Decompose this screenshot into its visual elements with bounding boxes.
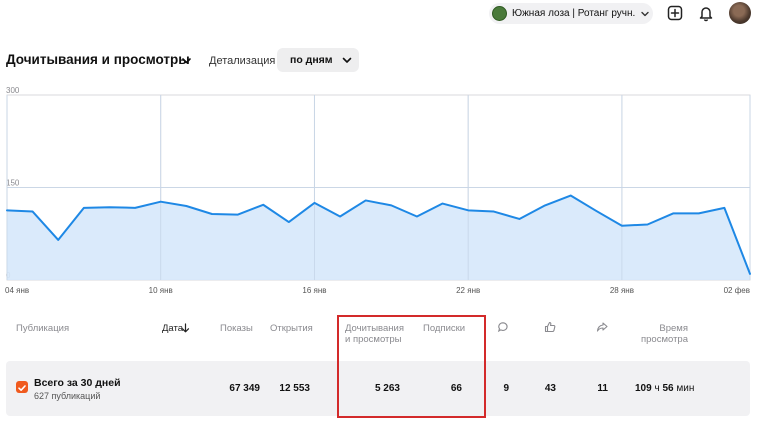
add-icon[interactable]: [666, 4, 684, 22]
share-icon[interactable]: [596, 321, 608, 333]
view-time-hours: 109: [635, 383, 652, 394]
col-impressions[interactable]: Показы: [220, 323, 253, 334]
select-all-checkbox[interactable]: [16, 381, 28, 393]
checkmark-icon: [18, 385, 26, 391]
detail-dropdown[interactable]: по дням: [277, 48, 359, 72]
summary-shares: 11: [597, 383, 608, 394]
summary-opens: 12 553: [279, 383, 310, 394]
y-tick-label: 300: [6, 86, 20, 95]
summary-impressions: 67 349: [229, 383, 260, 394]
x-tick-label: 04 янв: [5, 286, 29, 295]
x-tick-label: 28 янв: [610, 286, 634, 295]
x-tick-label: 10 янв: [149, 286, 173, 295]
x-tick-label: 02 фев: [724, 286, 750, 295]
chevron-down-icon[interactable]: [180, 54, 193, 67]
chevron-down-icon: [342, 57, 351, 63]
top-bar: Южная лоза | Ротанг ручн...: [0, 0, 768, 30]
col-view-time[interactable]: Время просмотра: [636, 323, 688, 345]
views-chart: 300150004 янв10 янв16 янв22 янв28 янв02 …: [5, 86, 751, 295]
y-tick-label: 150: [6, 179, 20, 188]
summary-view-time: 109 ч 56 мин: [635, 383, 694, 394]
detail-value: по дням: [290, 54, 333, 66]
col-date[interactable]: Дата: [162, 323, 183, 334]
col-view-time-line2: просмотра: [641, 334, 688, 345]
channel-avatar: [492, 6, 507, 21]
channel-name: Южная лоза | Ротанг ручн...: [512, 8, 636, 19]
summary-publications-count: 627 публикаций: [34, 391, 101, 401]
view-time-minutes: 56: [662, 383, 674, 394]
view-time-minutes-unit: мин: [676, 383, 695, 394]
comment-icon[interactable]: [497, 321, 509, 333]
x-tick-label: 22 янв: [456, 286, 480, 295]
highlight-annotation-box: [337, 315, 486, 418]
x-tick-label: 16 янв: [302, 286, 326, 295]
summary-comments: 9: [503, 383, 509, 394]
summary-likes: 43: [544, 383, 556, 394]
col-publication[interactable]: Публикация: [16, 323, 69, 334]
col-view-time-line1: Время: [659, 323, 688, 334]
like-icon[interactable]: [544, 321, 556, 333]
view-time-hours-unit: ч: [654, 383, 660, 394]
chevron-down-icon: [641, 11, 649, 16]
metric-title[interactable]: Дочитывания и просмотры: [6, 52, 190, 67]
detail-label: Детализация: [209, 55, 276, 67]
sort-arrow-down-icon: [181, 323, 190, 333]
summary-title: Всего за 30 дней: [34, 377, 121, 389]
channel-selector[interactable]: Южная лоза | Ротанг ручн...: [489, 3, 653, 24]
user-avatar[interactable]: [729, 2, 751, 24]
col-opens[interactable]: Открытия: [270, 323, 313, 334]
bell-icon[interactable]: [697, 4, 715, 22]
